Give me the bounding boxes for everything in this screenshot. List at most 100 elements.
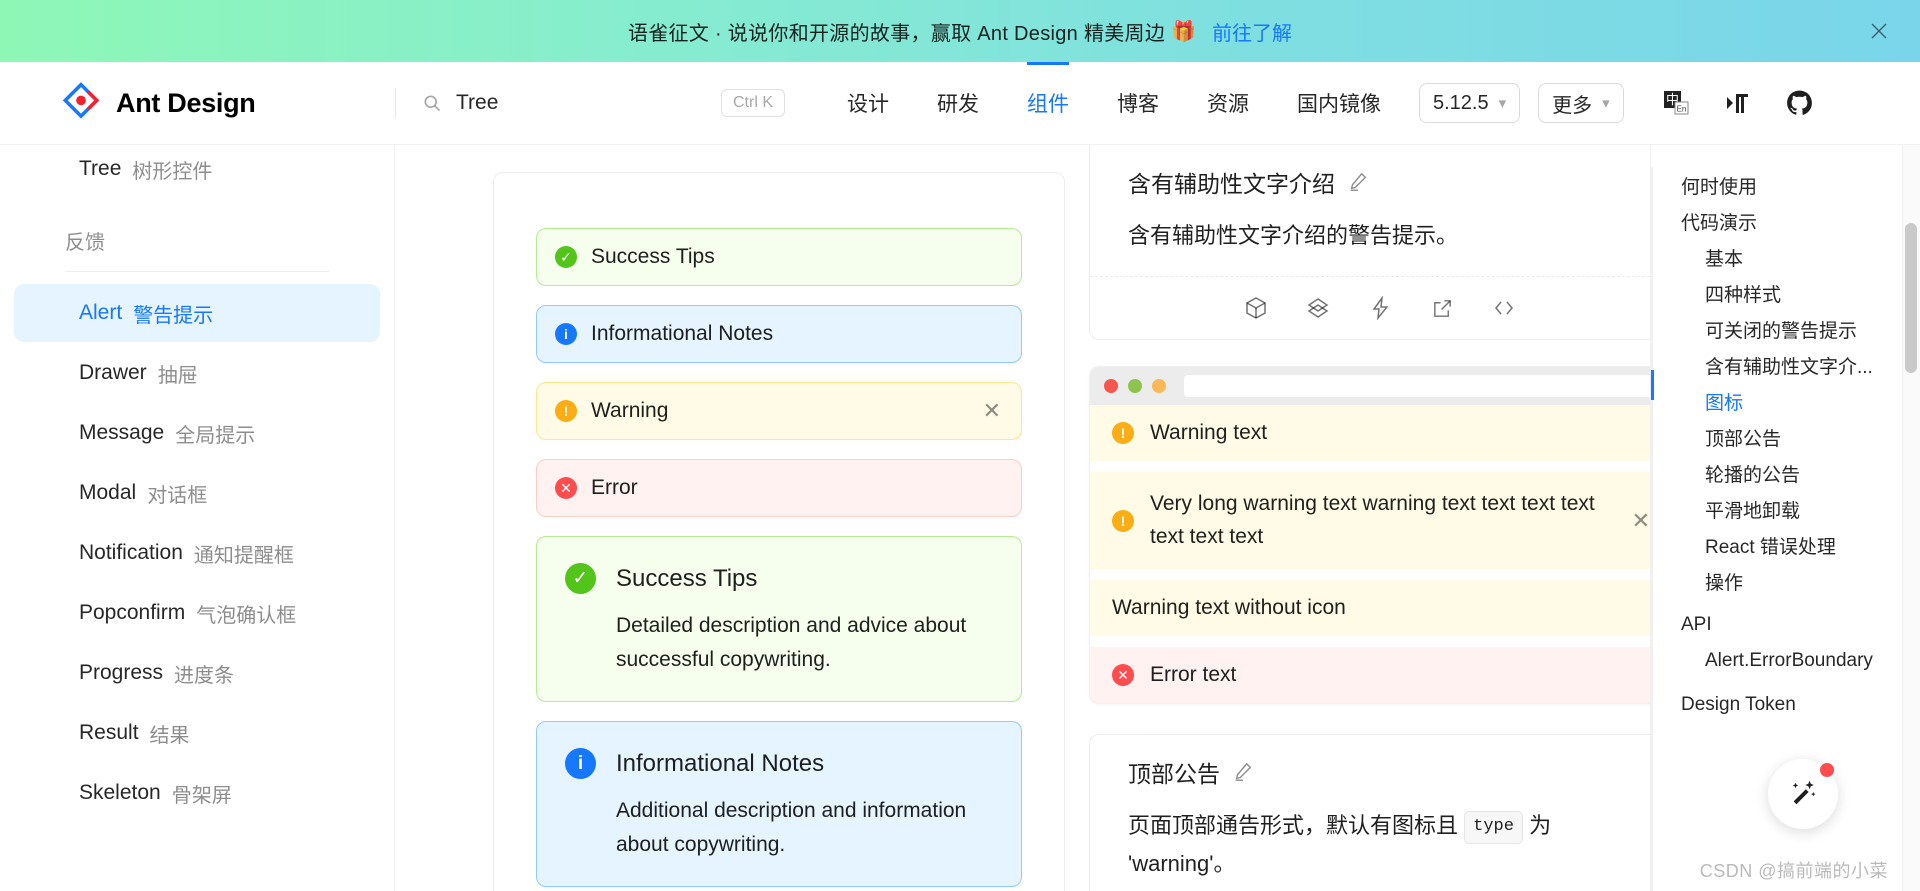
toc-item-basic[interactable]: 基本	[1681, 239, 1920, 275]
alert-warning: ! Warning ✕	[536, 382, 1022, 440]
toc-item-top-banner[interactable]: 顶部公告	[1681, 419, 1920, 455]
toc-item-with-description[interactable]: 含有辅助性文字介...	[1681, 347, 1920, 383]
sidebar-item-popconfirm[interactable]: Popconfirm 气泡确认框	[14, 584, 380, 642]
sidebar-item-alert[interactable]: Alert 警告提示	[14, 284, 380, 342]
alert-close-button[interactable]: ✕	[983, 400, 1001, 422]
sidebar-item-label: Result	[79, 721, 139, 745]
pencil-icon[interactable]	[1232, 761, 1254, 783]
main-nav: 设计 研发 组件 博客 资源 国内镜像	[823, 62, 1405, 145]
alert-description: Additional description and information a…	[616, 794, 993, 862]
sidebar-item-drawer[interactable]: Drawer 抽屉	[14, 344, 380, 402]
sidebar-item-label-cn: 全局提示	[175, 419, 255, 448]
chevron-down-icon: ▾	[1602, 94, 1610, 112]
sidebar-item-message[interactable]: Message 全局提示	[14, 404, 380, 462]
promo-banner-link[interactable]: 前往了解	[1212, 17, 1292, 46]
alert-description: Detailed description and advice about su…	[616, 609, 993, 677]
toc-item-design-token[interactable]: Design Token	[1681, 687, 1920, 723]
nav-item-mirror[interactable]: 国内镜像	[1273, 62, 1405, 145]
sidebar-item-label-cn: 警告提示	[133, 299, 213, 328]
close-circle-icon: ✕	[1112, 664, 1134, 686]
nav-item-resources[interactable]: 资源	[1183, 62, 1273, 145]
nav-item-blog[interactable]: 博客	[1093, 62, 1183, 145]
ai-assistant-button[interactable]	[1768, 759, 1838, 829]
logo-text: Ant Design	[116, 88, 256, 119]
close-icon[interactable]	[1866, 18, 1892, 44]
check-circle-icon: ✓	[565, 563, 596, 594]
main-content: ✓ Success Tips i Informational Notes ! W…	[395, 145, 1650, 891]
toc-item-react-error[interactable]: React 错误处理	[1681, 527, 1920, 563]
alert-info: i Informational Notes	[536, 305, 1022, 363]
codesandbox-icon[interactable]	[1243, 295, 1269, 321]
nav-item-develop[interactable]: 研发	[913, 62, 1003, 145]
info-circle-icon: i	[565, 748, 596, 779]
banner-alert-error: ✕ Error text	[1090, 647, 1650, 703]
doc-card-description: 含有辅助性文字介绍 含有辅助性文字介绍的警告提示。	[1089, 145, 1650, 340]
info-circle-icon: i	[555, 323, 577, 345]
toc-item-api[interactable]: API	[1681, 607, 1920, 643]
alert-success-with-description: ✓ Success Tips Detailed description and …	[536, 536, 1022, 702]
banner-alert-close-button[interactable]: ✕	[1632, 510, 1650, 532]
sidebar-item-modal[interactable]: Modal 对话框	[14, 464, 380, 522]
banner-alert-warning: ! Warning text	[1090, 405, 1650, 461]
toc-item-closable[interactable]: 可关闭的警告提示	[1681, 311, 1920, 347]
version-select-value: 5.12.5	[1433, 92, 1489, 115]
doc-paragraph-part3: 'warning'。	[1128, 851, 1235, 876]
doc-section-title-text: 含有辅助性文字介绍	[1128, 165, 1335, 199]
site-header: Ant Design Tree Ctrl K 设计 研发 组件 博客 资源 国内…	[0, 62, 1920, 145]
toc-item-icon[interactable]: 图标	[1681, 383, 1920, 419]
toc-item-four-styles[interactable]: 四种样式	[1681, 275, 1920, 311]
logo[interactable]: Ant Design	[0, 82, 395, 124]
browser-title-bar	[1090, 367, 1650, 405]
toc-item-actions[interactable]: 操作	[1681, 563, 1920, 599]
code-icon[interactable]	[1491, 295, 1517, 321]
pencil-icon[interactable]	[1347, 171, 1369, 193]
language-switch-icon[interactable]: 中 En	[1662, 89, 1690, 117]
doc-action-bar	[1090, 276, 1650, 339]
toc-item-carousel-banner[interactable]: 轮播的公告	[1681, 455, 1920, 491]
stackblitz-icon[interactable]	[1367, 295, 1393, 321]
external-link-icon[interactable]	[1429, 295, 1455, 321]
search-input[interactable]: Tree	[456, 91, 498, 115]
sidebar-item-notification[interactable]: Notification 通知提醒框	[14, 524, 380, 582]
banner-alert-text: Very long warning text warning text text…	[1150, 488, 1600, 553]
github-icon[interactable]	[1786, 89, 1814, 117]
alert-success: ✓ Success Tips	[536, 228, 1022, 286]
more-menu-button[interactable]: 更多 ▾	[1538, 83, 1624, 123]
codepen-icon[interactable]	[1305, 295, 1331, 321]
doc-paragraph-part1: 页面顶部通告形式，默认有图标且	[1128, 813, 1458, 838]
doc-card-top-banner: 顶部公告 页面顶部通告形式，默认有图标且 type 为	[1089, 734, 1650, 891]
svg-text:En: En	[1676, 105, 1686, 114]
sidebar-item-progress[interactable]: Progress 进度条	[14, 644, 380, 702]
inline-code-type: type	[1464, 811, 1523, 844]
promo-banner-text: 语雀征文 · 说说你和开源的故事，赢取 Ant Design 精美周边	[628, 17, 1165, 46]
doc-section-title: 顶部公告	[1090, 735, 1650, 789]
sidebar-item-skeleton[interactable]: Skeleton 骨架屏	[14, 764, 380, 822]
header-icon-group: 中 En	[1662, 89, 1814, 117]
alert-message: Informational Notes	[616, 746, 993, 782]
gift-icon: 🎁	[1171, 19, 1196, 44]
nav-item-design[interactable]: 设计	[823, 62, 913, 145]
close-circle-icon: ✕	[555, 477, 577, 499]
sidebar-item-label-cn: 抽屉	[158, 359, 198, 388]
sidebar-item-label-cn: 树形控件	[132, 155, 212, 184]
page-scrollbar-thumb[interactable]	[1905, 223, 1917, 373]
alert-message: Success Tips	[616, 561, 993, 597]
promo-banner: 语雀征文 · 说说你和开源的故事，赢取 Ant Design 精美周边 🎁 前往…	[0, 0, 1920, 62]
toc-item-when-to-use[interactable]: 何时使用	[1681, 167, 1920, 203]
browser-url-bar[interactable]	[1184, 375, 1650, 397]
text-direction-icon[interactable]	[1724, 89, 1752, 117]
page-body: Tree 树形控件 反馈 Alert 警告提示 Drawer 抽屉 Messag…	[0, 145, 1920, 891]
page-scrollbar[interactable]	[1902, 145, 1920, 891]
search-box[interactable]: Tree Ctrl K	[395, 88, 785, 118]
version-select[interactable]: 5.12.5 ▾	[1419, 83, 1520, 123]
toc-item-examples[interactable]: 代码演示	[1681, 203, 1920, 239]
exclamation-circle-icon: !	[1112, 422, 1134, 444]
doc-section-paragraph: 页面顶部通告形式，默认有图标且 type 为 'warning'。	[1090, 789, 1650, 882]
nav-item-components[interactable]: 组件	[1003, 62, 1093, 145]
sidebar-item-label-cn: 结果	[150, 719, 190, 748]
sidebar-item-tree[interactable]: Tree 树形控件	[14, 149, 380, 189]
toc-item-smooth-unmount[interactable]: 平滑地卸载	[1681, 491, 1920, 527]
sidebar-item-result[interactable]: Result 结果	[14, 704, 380, 762]
toc-item-error-boundary[interactable]: Alert.ErrorBoundary	[1681, 643, 1920, 679]
divider	[65, 271, 329, 272]
